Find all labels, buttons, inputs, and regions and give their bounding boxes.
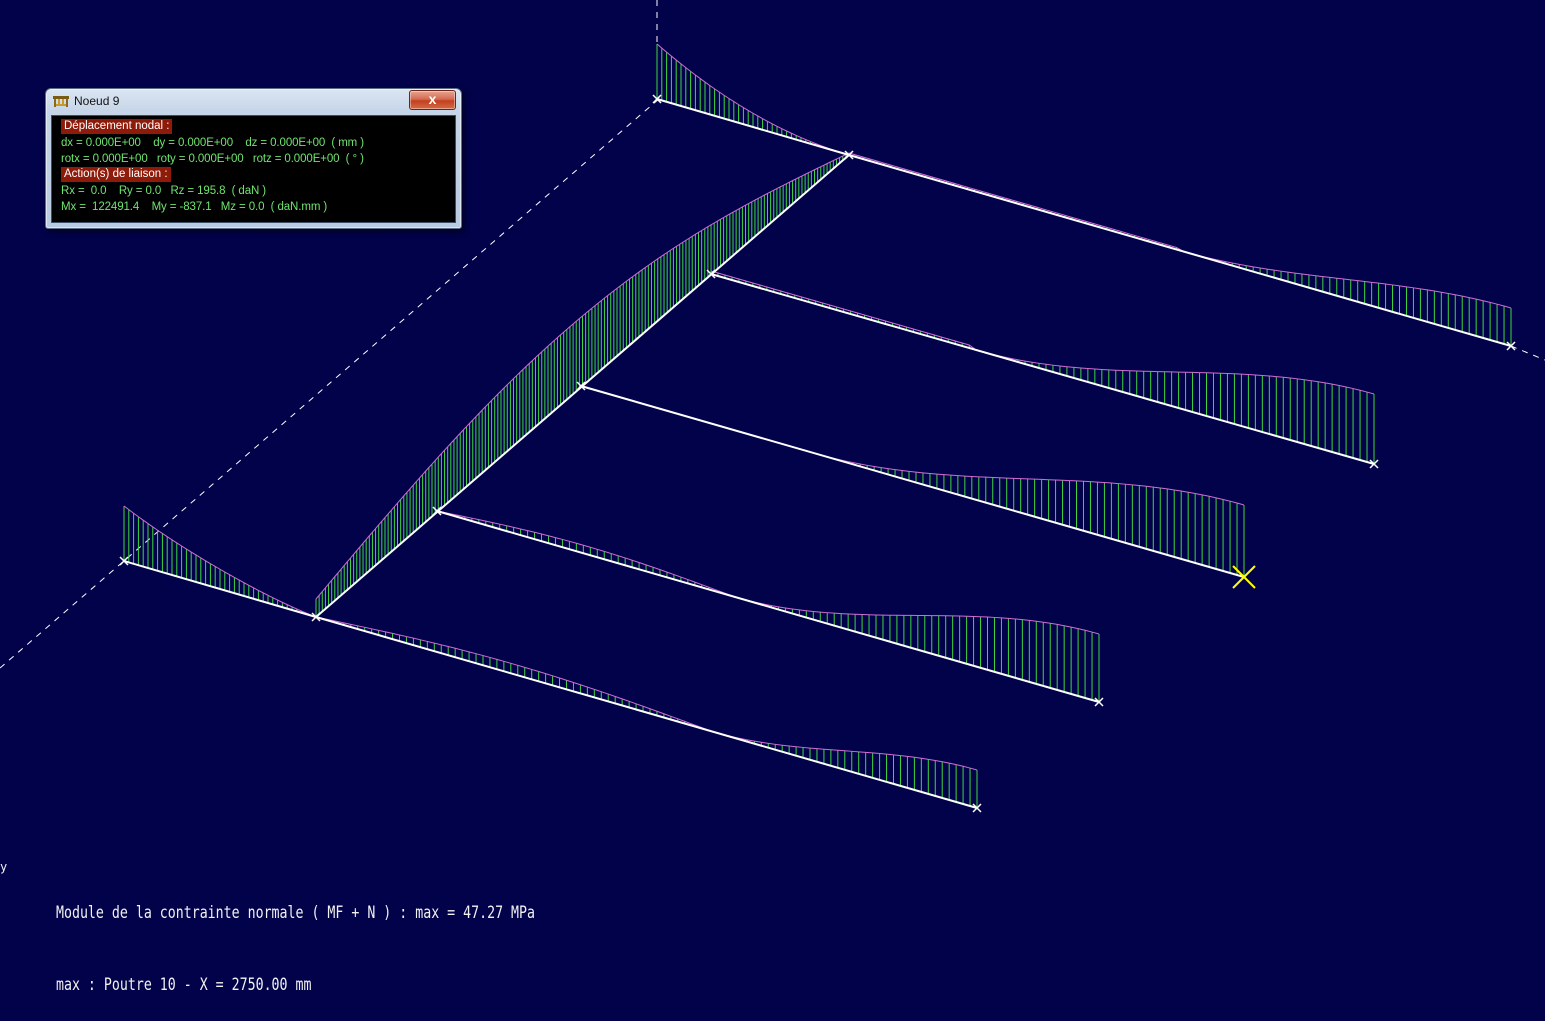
beam-transverse-4 (436, 510, 1100, 703)
beam-top-stub (656, 98, 850, 156)
max-location-line: max : Poutre 10 - X = 2750.00 mm (56, 975, 312, 995)
window-title-bar[interactable]: Noeud 9 x (46, 89, 461, 114)
beam-transverse-1 (848, 154, 1512, 347)
stress-max-line: Module de la contrainte normale ( MF + N… (56, 903, 535, 923)
rotation-line: rotx = 0.000E+00 roty = 0.000E+00 rotz =… (61, 153, 364, 165)
envelope-line (710, 270, 1375, 395)
axis-line (1510, 345, 1545, 361)
envelope-line (580, 385, 1245, 506)
beam-transverse-5 (315, 616, 978, 809)
displacement-line: dx = 0.000E+00 dy = 0.000E+00 dz = 0.000… (61, 137, 364, 149)
envelope-line (436, 510, 1100, 635)
structure-app-icon (53, 96, 69, 107)
envelope-line (848, 152, 1512, 309)
close-icon: x (428, 91, 437, 107)
node-info-window[interactable]: Noeud 9 x Déplacement nodal : dx = 0.000… (45, 88, 462, 229)
beam-bottom-stub-diagram (123, 505, 317, 618)
envelope-line (315, 616, 978, 771)
beam-transverse-3 (580, 385, 1245, 578)
close-button[interactable]: x (409, 90, 456, 110)
beam-top-stub-diagram (656, 43, 850, 156)
section-header-deplacement: Déplacement nodal : (61, 119, 173, 134)
reaction-moment-line: Mx = 122491.4 My = -837.1 Mz = 0.0 ( daN… (61, 201, 328, 213)
window-title: Noeud 9 (74, 94, 120, 108)
status-text: Module de la contrainte normale ( MF + N… (56, 853, 535, 1021)
reaction-force-line: Rx = 0.0 Ry = 0.0 Rz = 195.8 ( daN ) (61, 185, 267, 197)
beam-transverse-2 (710, 273, 1375, 465)
section-header-liaison: Action(s) de liaison : (61, 167, 171, 182)
axis-label-y: y (0, 860, 8, 874)
window-content: Déplacement nodal : dx = 0.000E+00 dy = … (51, 115, 456, 223)
